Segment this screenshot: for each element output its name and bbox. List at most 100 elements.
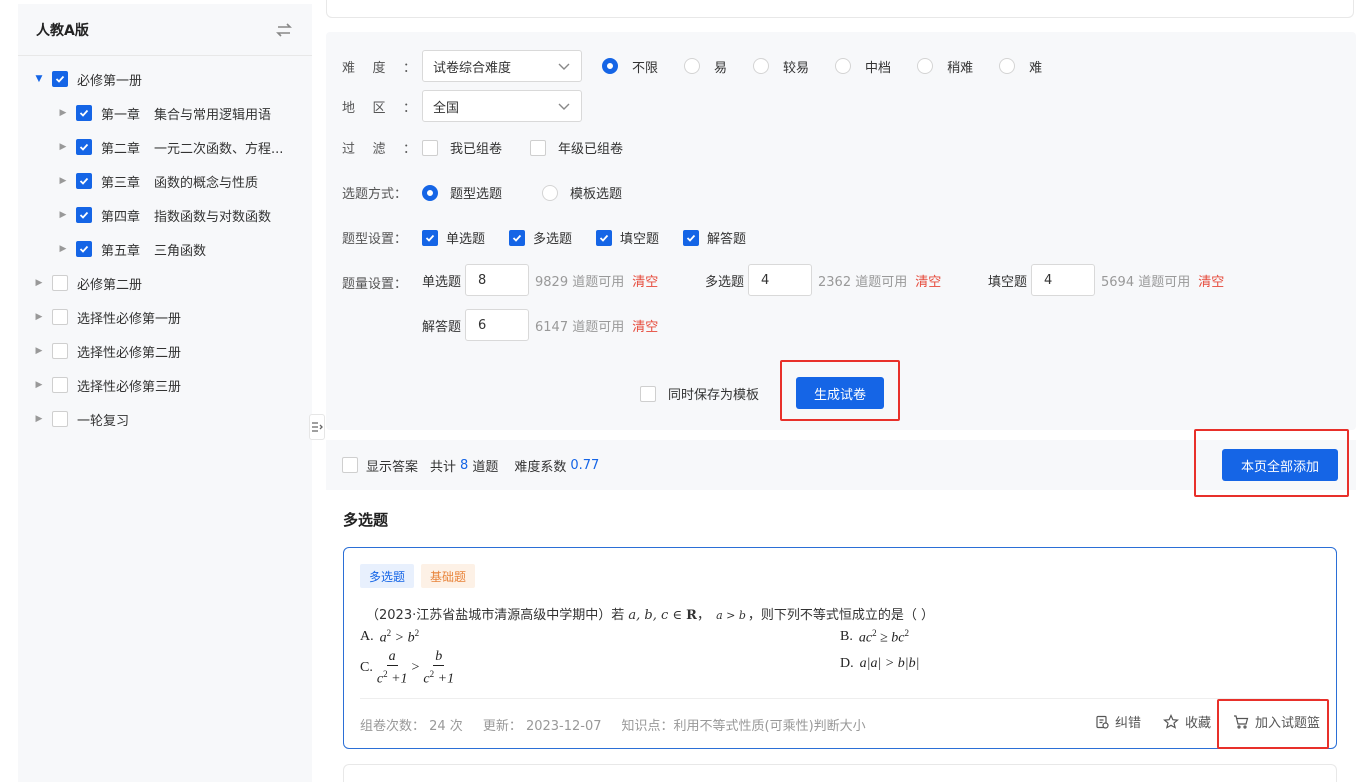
checkbox[interactable]	[52, 343, 68, 359]
qty-input[interactable]: 8	[465, 264, 530, 296]
radio-selected[interactable]	[602, 58, 618, 74]
tree-chapter-item[interactable]: ▶ 第四章 指数函数与对数函数	[18, 198, 312, 232]
filter-my-papers[interactable]: 我已组卷	[422, 138, 502, 157]
question-type-option[interactable]: 单选题	[422, 228, 485, 247]
report-error-button[interactable]: 纠错	[1095, 712, 1141, 731]
caret-right-icon[interactable]: ▶	[32, 414, 46, 424]
stem-suffix: ，则下列不等式恒成立的是（ ）	[747, 608, 935, 623]
tree-book-item[interactable]: ▶ 选择性必修第二册	[18, 334, 312, 368]
checkbox[interactable]	[52, 309, 68, 325]
knowledge-point: 知识点：利用不等式性质(可乘性)判断大小	[621, 719, 866, 734]
tree-chapter-item[interactable]: ▶ 第五章 三角函数	[18, 232, 312, 266]
radio[interactable]	[835, 58, 852, 74]
method-by-type[interactable]: 题型选题	[422, 183, 502, 202]
difficulty-option[interactable]: 难	[999, 57, 1042, 76]
question-stem: （2023·江苏省盐城市清源高级中学期中）若 a, b, c ∈ R， a > …	[366, 608, 935, 623]
checkbox[interactable]	[509, 229, 526, 246]
checkbox[interactable]	[76, 173, 92, 189]
label-char: 地	[342, 100, 356, 116]
favorite-button[interactable]: 收藏	[1162, 712, 1211, 731]
difficulty-option[interactable]: 稍难	[917, 57, 973, 76]
radio[interactable]	[753, 58, 770, 74]
question-type-option[interactable]: 填空题	[596, 228, 659, 247]
checkbox[interactable]	[422, 139, 438, 156]
qty-clear-link[interactable]: 清空	[632, 271, 658, 290]
tree-book-item[interactable]: ▶ 选择性必修第三册	[18, 368, 312, 402]
tree-item-label: 选择性必修第三册	[77, 379, 182, 395]
checkbox[interactable]	[640, 385, 656, 402]
difficulty-select[interactable]: 试卷综合难度	[422, 50, 582, 82]
checkbox[interactable]	[52, 411, 68, 427]
tree-chapter-item[interactable]: ▶ 第一章 集合与常用逻辑用语	[18, 96, 312, 130]
qty-input[interactable]: 4	[1031, 264, 1096, 296]
caret-right-icon[interactable]: ▶	[56, 108, 70, 118]
chapter-number: 第四章	[101, 209, 141, 225]
caret-right-icon[interactable]: ▶	[32, 346, 46, 356]
total-prefix: 共计	[430, 459, 457, 475]
caret-right-icon[interactable]: ▶	[32, 312, 46, 322]
save-as-template[interactable]: 同时保存为模板	[640, 384, 759, 403]
label-char: 过	[342, 142, 356, 157]
tree-chapter-item[interactable]: ▶ 第三章 函数的概念与性质	[18, 164, 312, 198]
collapse-sidebar-handle[interactable]	[309, 414, 325, 440]
qty-clear-link[interactable]: 清空	[915, 271, 941, 290]
stem-vars: a, b, c ∈	[628, 608, 687, 623]
swap-icon[interactable]	[274, 20, 294, 40]
radio[interactable]	[917, 58, 934, 74]
question-type-option[interactable]: 解答题	[683, 228, 746, 247]
checkbox[interactable]	[76, 207, 92, 223]
difficulty-row: 难 度 ： 试卷综合难度 不限 易 较易 中档 稍难 难	[342, 50, 1068, 82]
filter-grade-papers[interactable]: 年级已组卷	[530, 138, 623, 157]
qty-clear-link[interactable]: 清空	[632, 316, 658, 335]
caret-right-icon[interactable]: ▶	[32, 380, 46, 390]
types-label: 题型设置：	[342, 232, 408, 247]
tree-book-item[interactable]: ▶ 一轮复习	[18, 402, 312, 436]
fraction: b c2 +1	[423, 649, 455, 687]
checkbox[interactable]	[422, 229, 438, 246]
qty-clear-link[interactable]: 清空	[1198, 271, 1224, 290]
tree-book-item[interactable]: ▼ 必修第一册	[18, 62, 312, 96]
tree-chapter-item[interactable]: ▶ 第二章 一元二次函数、方程...	[18, 130, 312, 164]
qty-input[interactable]: 6	[465, 309, 530, 341]
radio[interactable]	[542, 184, 559, 201]
difficulty-option[interactable]: 较易	[753, 57, 809, 76]
radio[interactable]	[684, 58, 701, 74]
checkbox[interactable]	[76, 139, 92, 155]
question-type-option[interactable]: 多选题	[509, 228, 572, 247]
checkbox[interactable]	[52, 377, 68, 393]
checkbox[interactable]	[76, 105, 92, 121]
caret-right-icon[interactable]: ▶	[56, 176, 70, 186]
chapter-sidebar: 人教A版 ▼ 必修第一册 ▶ 第一章 集合与常用逻辑用语 ▶ 第二章 一元二次函数、方程...…	[18, 4, 312, 782]
difficulty-option[interactable]: 易	[684, 57, 727, 76]
radio-selected[interactable]	[422, 184, 438, 201]
radio[interactable]	[999, 58, 1016, 74]
region-select[interactable]: 全国	[422, 90, 582, 122]
caret-right-icon[interactable]: ▶	[56, 244, 70, 254]
difficulty-option-label: 易	[714, 60, 728, 76]
checkbox[interactable]	[52, 71, 68, 87]
checkbox[interactable]	[52, 275, 68, 291]
caret-right-icon[interactable]: ▶	[56, 142, 70, 152]
caret-right-icon[interactable]: ▶	[32, 278, 46, 288]
checkbox[interactable]	[530, 139, 547, 156]
difficulty-option-label: 中档	[865, 60, 892, 76]
difficulty-option[interactable]: 不限	[602, 57, 658, 76]
checkbox[interactable]	[683, 229, 700, 246]
checkbox[interactable]	[596, 229, 613, 246]
tree-book-item[interactable]: ▶ 选择性必修第一册	[18, 300, 312, 334]
save-template-label: 同时保存为模板	[668, 388, 760, 403]
difficulty-option-label: 不限	[632, 60, 659, 76]
qty-input[interactable]: 4	[748, 264, 813, 296]
method-by-template[interactable]: 模板选题	[542, 183, 622, 202]
tree-item-label: 第一章 集合与常用逻辑用语	[101, 104, 271, 123]
sidebar-header: 人教A版	[18, 4, 312, 56]
tree-book-item[interactable]: ▶ 必修第二册	[18, 266, 312, 300]
tree-item-label: 第五章 三角函数	[101, 240, 206, 259]
caret-right-icon[interactable]: ▶	[56, 210, 70, 220]
qty-item: 多选题 4 2362 道题可用 清空	[705, 264, 941, 296]
show-answer-checkbox[interactable]	[342, 457, 358, 473]
difficulty-option[interactable]: 中档	[835, 57, 891, 76]
checkbox[interactable]	[76, 241, 92, 257]
caret-down-icon[interactable]: ▼	[32, 74, 46, 84]
qty-available: 6147 道题可用	[535, 319, 625, 335]
